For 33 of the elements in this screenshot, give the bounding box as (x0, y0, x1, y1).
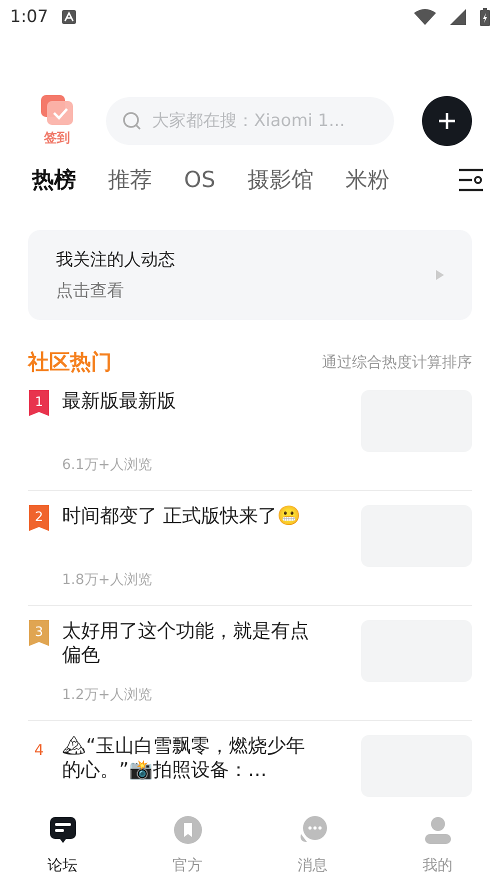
add-button[interactable] (422, 96, 472, 146)
rank-number: 4 (34, 741, 44, 761)
play-icon (436, 270, 444, 280)
view-count: 1.8万+人浏览 (62, 571, 153, 589)
view-count: 1.2万+人浏览 (62, 686, 153, 704)
bookmark-icon (172, 814, 204, 846)
search-field[interactable]: 大家都在搜：Xiaomi 1... (106, 97, 394, 145)
battery-icon (480, 8, 490, 26)
category-tab[interactable]: OS (184, 165, 216, 195)
status-time: 1:07 (10, 7, 48, 27)
post-title[interactable]: 🏔“玉山白雪飘零，燃烧少年的心。”📸拍照设备：… (62, 735, 319, 782)
card-subtitle: 点击查看 (56, 280, 125, 302)
card-title: 我关注的人动态 (56, 249, 176, 271)
section-note: 通过综合热度计算排序 (322, 352, 472, 372)
nav-tab[interactable]: 论坛 (0, 814, 125, 875)
category-tab[interactable]: 米粉 (345, 165, 390, 195)
follow-card[interactable]: 我关注的人动态 点击查看 (28, 230, 472, 320)
post-title[interactable]: 太好用了这个功能，就是有点偏色 (62, 620, 319, 668)
post-title[interactable]: 时间都变了 正式版快来了😬 (62, 505, 319, 529)
wifi-icon (414, 9, 436, 25)
category-tab[interactable]: 推荐 (108, 165, 152, 195)
post-title[interactable]: 最新版最新版 (62, 390, 319, 414)
notification-icon (62, 10, 76, 24)
section-title: 社区热门 (28, 349, 113, 376)
rank-ribbon: 1 (29, 390, 49, 416)
rank-ribbon: 3 (29, 620, 49, 646)
signal-icon (450, 9, 466, 25)
checkmark-icon (39, 95, 75, 127)
view-count: 6.1万+人浏览 (62, 456, 153, 474)
menu-icon[interactable] (458, 168, 484, 192)
rank-ribbon: 2 (29, 505, 49, 531)
category-tab[interactable]: 摄影馆 (247, 165, 314, 195)
plus-icon (438, 112, 456, 130)
